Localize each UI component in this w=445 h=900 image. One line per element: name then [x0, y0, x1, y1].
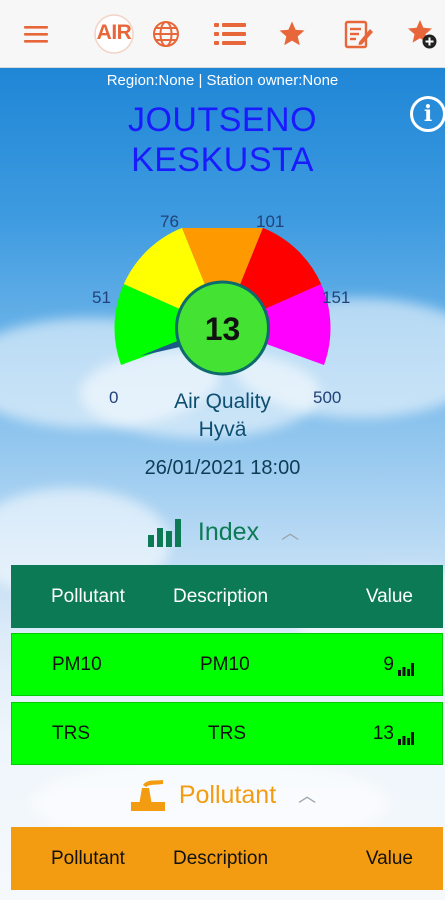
index-header-value: Value — [365, 585, 413, 607]
station-name-line1: JOUTSENO — [127, 101, 318, 139]
mini-bar-chart-icon[interactable] — [398, 731, 414, 745]
station-meta: Region:None | Station owner:None — [106, 72, 339, 89]
bar-chart-icon — [147, 519, 181, 547]
chevron-up-icon: ︿ — [298, 786, 317, 806]
globe-icon[interactable] — [146, 14, 186, 54]
menu-icon[interactable] — [16, 14, 56, 54]
pollutant-header-description: Description — [173, 847, 269, 869]
aqi-gauge: 13 — [114, 228, 331, 376]
air-quality-title: Air Quality — [174, 390, 271, 413]
pollutant-section-title: Pollutant — [178, 780, 277, 809]
gauge-label-51: 51 — [92, 288, 111, 307]
pollutant-header-value: Value — [365, 847, 413, 869]
row-value-text: 13 — [372, 722, 394, 744]
row-description: TRS — [208, 722, 246, 744]
row-pollutant: PM10 — [52, 653, 102, 675]
star-icon[interactable] — [272, 14, 312, 54]
row-value-text: 9 — [383, 653, 394, 675]
factory-chimney-icon — [130, 780, 165, 811]
mini-bar-chart-icon[interactable] — [398, 662, 414, 676]
info-button[interactable]: i — [410, 96, 445, 132]
info-icon: i — [423, 101, 433, 127]
row-pollutant: TRS — [52, 722, 90, 744]
index-section-toggle[interactable]: Index ︿ — [0, 516, 445, 548]
row-value: 13 — [373, 723, 414, 745]
app-logo-text: AIR — [96, 21, 132, 44]
station-name: JOUTSENO KESKUSTA — [60, 100, 385, 180]
pollutant-section-toggle[interactable]: Pollutant ︿ — [0, 778, 445, 812]
index-section-title: Index — [197, 517, 260, 546]
chevron-up-icon: ︿ — [281, 523, 300, 543]
row-description: PM10 — [200, 653, 250, 675]
list-icon[interactable] — [210, 14, 250, 54]
star-add-icon[interactable] — [402, 14, 442, 54]
air-quality-status: Hyvä — [198, 418, 247, 441]
pollutant-header-pollutant: Pollutant — [51, 847, 125, 869]
gauge-label-76: 76 — [160, 212, 179, 231]
gauge-label-151: 151 — [322, 288, 351, 307]
index-header-description: Description — [173, 585, 269, 607]
sky-background — [0, 68, 445, 900]
measurement-datetime: 26/01/2021 18:00 — [144, 457, 301, 479]
row-value: 9 — [383, 654, 414, 676]
top-toolbar: AIR — [0, 0, 445, 68]
table-row[interactable]: TRS TRS 13 — [11, 702, 443, 765]
pollutant-table-header: Pollutant Description Value — [11, 827, 443, 890]
table-row[interactable]: PM10 PM10 9 — [11, 633, 443, 696]
station-name-line2: KESKUSTA — [131, 141, 314, 179]
gauge-label-101: 101 — [256, 212, 285, 231]
app-logo[interactable]: AIR — [92, 14, 136, 54]
index-table-header: Pollutant Description Value — [11, 565, 443, 628]
edit-note-icon[interactable] — [338, 14, 378, 54]
index-header-pollutant: Pollutant — [51, 585, 125, 607]
gauge-value: 13 — [205, 311, 241, 347]
